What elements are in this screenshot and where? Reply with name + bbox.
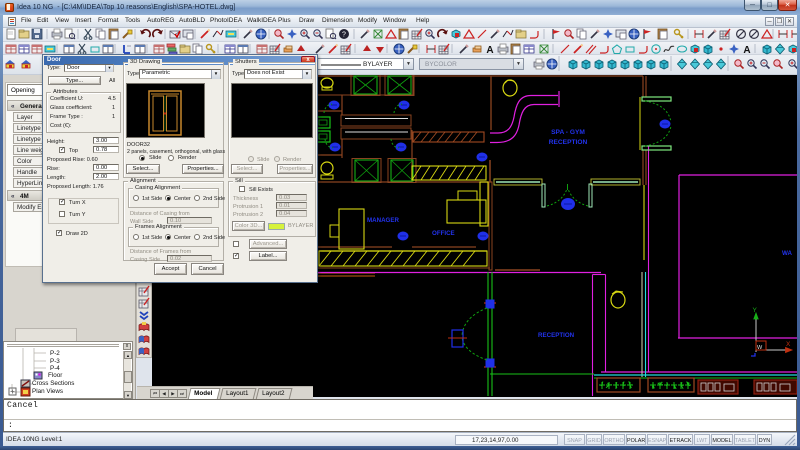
svg-text:X: X xyxy=(786,341,791,348)
svg-text:A: A xyxy=(486,45,493,55)
svg-text:Y: Y xyxy=(753,307,758,314)
svg-text:WA: WA xyxy=(782,250,792,257)
svg-text:MANAGER: MANAGER xyxy=(367,217,399,224)
svg-text:OFFICE: OFFICE xyxy=(432,230,455,237)
svg-text:W: W xyxy=(757,345,763,351)
svg-text:RECEPTION: RECEPTION xyxy=(538,332,575,339)
svg-text:?: ? xyxy=(342,32,346,39)
svg-text:RECEPTION: RECEPTION xyxy=(549,139,588,146)
svg-text:A: A xyxy=(743,45,750,55)
svg-text:SPA - GYM: SPA - GYM xyxy=(551,129,585,136)
